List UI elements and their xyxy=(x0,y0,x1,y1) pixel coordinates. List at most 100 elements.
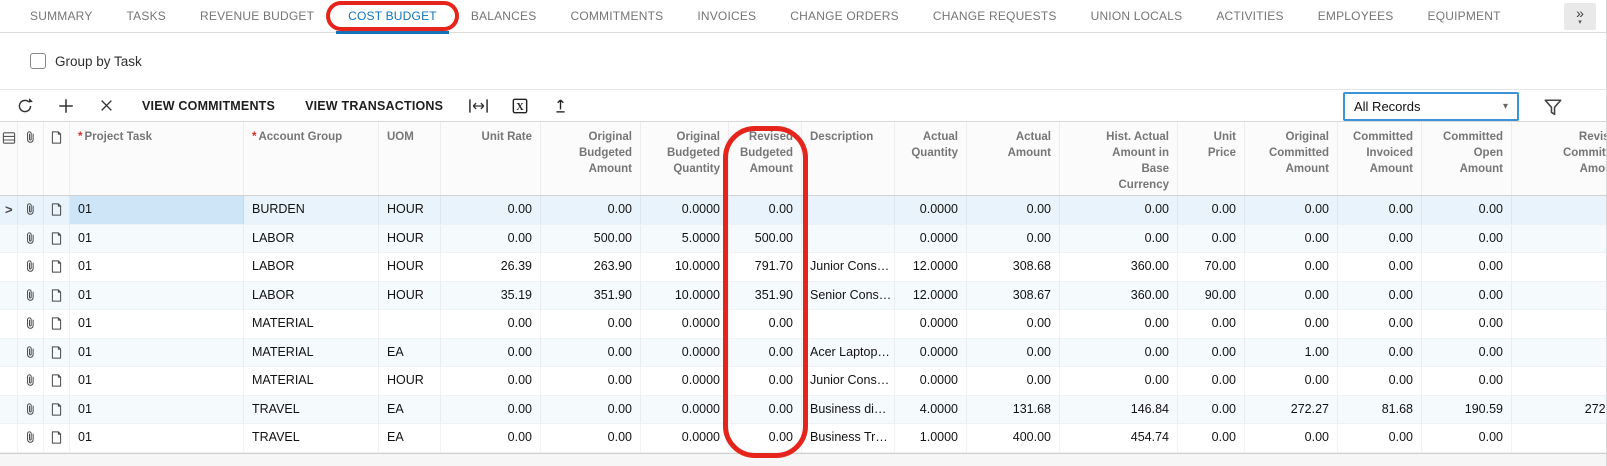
cell-unit_price[interactable]: 0.00 xyxy=(1178,310,1245,338)
cell-hist_actual_amount[interactable]: 0.00 xyxy=(1060,367,1178,395)
note-icon[interactable] xyxy=(44,253,70,281)
cell-unit_rate[interactable]: 26.39 xyxy=(441,253,541,281)
cell-task[interactable]: 01 xyxy=(70,424,244,452)
group-by-task-checkbox[interactable] xyxy=(30,53,46,69)
cell-committed_open_amount[interactable]: 0.00 xyxy=(1422,253,1512,281)
cell-committed_invoiced_amount[interactable]: 0.00 xyxy=(1338,253,1422,281)
cell-actual_amount[interactable]: 0.00 xyxy=(967,225,1060,253)
cell-uom[interactable]: HOUR xyxy=(379,253,441,281)
cell-committed_open_amount[interactable]: 190.59 xyxy=(1422,396,1512,424)
cell-account_group[interactable]: MATERIAL xyxy=(244,310,379,338)
note-icon[interactable] xyxy=(44,310,70,338)
table-row[interactable]: 01LABORHOUR35.19351.9010.0000351.90Senio… xyxy=(0,282,1606,311)
cell-committed_invoiced_amount[interactable]: 0.00 xyxy=(1338,196,1422,224)
cell-orig_budgeted_qty[interactable]: 0.0000 xyxy=(641,196,729,224)
cell-task[interactable]: 01 xyxy=(70,225,244,253)
filter-settings-button[interactable] xyxy=(1538,94,1568,120)
cell-description[interactable] xyxy=(802,196,895,224)
column-header-committed_invoiced_amount[interactable]: Committed Invoiced Amount xyxy=(1338,122,1422,195)
table-row[interactable]: 01MATERIALHOUR0.000.000.00000.00Junior C… xyxy=(0,367,1606,396)
paperclip-icon[interactable] xyxy=(18,282,44,310)
cell-orig_budgeted_qty[interactable]: 0.0000 xyxy=(641,367,729,395)
column-header-orig_committed_amount[interactable]: Original Committed Amount xyxy=(1245,122,1338,195)
cell-uom[interactable] xyxy=(379,310,441,338)
tab-commitments[interactable]: COMMITMENTS xyxy=(553,0,680,33)
cell-actual_amount[interactable]: 0.00 xyxy=(967,367,1060,395)
cell-revised_budgeted_amount[interactable]: 0.00 xyxy=(729,196,802,224)
column-header-orig_budgeted_amount[interactable]: Original Budgeted Amount xyxy=(541,122,641,195)
cell-actual_qty[interactable]: 0.0000 xyxy=(895,225,967,253)
column-header-account_group[interactable]: *Account Group xyxy=(244,122,379,195)
cell-actual_amount[interactable]: 0.00 xyxy=(967,339,1060,367)
cell-actual_amount[interactable]: 400.00 xyxy=(967,424,1060,452)
refresh-button[interactable] xyxy=(4,92,45,120)
cell-unit_rate[interactable]: 0.00 xyxy=(441,339,541,367)
cell-unit_price[interactable]: 0.00 xyxy=(1178,225,1245,253)
view-commitments-button[interactable]: VIEW COMMITMENTS xyxy=(127,99,290,113)
cell-account_group[interactable]: LABOR xyxy=(244,253,379,281)
cell-committed_invoiced_amount[interactable]: 0.00 xyxy=(1338,310,1422,338)
cell-unit_rate[interactable]: 0.00 xyxy=(441,196,541,224)
export-excel-button[interactable]: X xyxy=(499,92,540,120)
table-row[interactable]: 01LABORHOUR0.00500.005.0000500.000.00000… xyxy=(0,225,1606,254)
tab-employees[interactable]: EMPLOYEES xyxy=(1301,0,1411,33)
cell-orig_committed_amount[interactable]: 0.00 xyxy=(1245,225,1338,253)
cell-hist_actual_amount[interactable]: 360.00 xyxy=(1060,282,1178,310)
paperclip-icon[interactable] xyxy=(18,253,44,281)
tab-balances[interactable]: BALANCES xyxy=(454,0,554,33)
cell-committed_open_amount[interactable]: 0.00 xyxy=(1422,282,1512,310)
note-icon[interactable] xyxy=(44,339,70,367)
paperclip-icon[interactable] xyxy=(18,310,44,338)
cell-unit_rate[interactable]: 35.19 xyxy=(441,282,541,310)
cell-revised_committed_amount[interactable] xyxy=(1512,225,1607,253)
cell-hist_actual_amount[interactable]: 0.00 xyxy=(1060,225,1178,253)
paperclip-icon[interactable] xyxy=(18,396,44,424)
cell-actual_amount[interactable]: 0.00 xyxy=(967,310,1060,338)
cell-committed_invoiced_amount[interactable]: 0.00 xyxy=(1338,424,1422,452)
paperclip-icon[interactable] xyxy=(18,339,44,367)
cell-revised_budgeted_amount[interactable]: 0.00 xyxy=(729,310,802,338)
cell-actual_qty[interactable]: 0.0000 xyxy=(895,339,967,367)
cell-uom[interactable]: EA xyxy=(379,396,441,424)
cell-revised_budgeted_amount[interactable]: 0.00 xyxy=(729,367,802,395)
table-row[interactable]: 01MATERIAL0.000.000.00000.000.00000.000.… xyxy=(0,310,1606,339)
cell-uom[interactable]: HOUR xyxy=(379,282,441,310)
cell-orig_budgeted_amount[interactable]: 0.00 xyxy=(541,396,641,424)
cell-account_group[interactable]: BURDEN xyxy=(244,196,379,224)
paperclip-icon[interactable] xyxy=(18,424,44,452)
cell-orig_budgeted_amount[interactable]: 351.90 xyxy=(541,282,641,310)
tab-equipment[interactable]: EQUIPMENT xyxy=(1411,0,1518,33)
cell-task[interactable]: 01 xyxy=(70,282,244,310)
cell-orig_budgeted_qty[interactable]: 0.0000 xyxy=(641,339,729,367)
cell-committed_open_amount[interactable]: 0.00 xyxy=(1422,339,1512,367)
tab-activities[interactable]: ACTIVITIES xyxy=(1199,0,1300,33)
paperclip-icon[interactable] xyxy=(18,225,44,253)
cell-hist_actual_amount[interactable]: 0.00 xyxy=(1060,339,1178,367)
cell-actual_qty[interactable]: 0.0000 xyxy=(895,310,967,338)
cell-unit_rate[interactable]: 0.00 xyxy=(441,396,541,424)
cell-revised_budgeted_amount[interactable]: 500.00 xyxy=(729,225,802,253)
tab-cost-budget[interactable]: COST BUDGET xyxy=(331,0,454,33)
cell-uom[interactable]: EA xyxy=(379,339,441,367)
cell-description[interactable] xyxy=(802,310,895,338)
cell-orig_budgeted_qty[interactable]: 10.0000 xyxy=(641,282,729,310)
cell-uom[interactable]: HOUR xyxy=(379,225,441,253)
cell-account_group[interactable]: TRAVEL xyxy=(244,396,379,424)
cell-hist_actual_amount[interactable]: 360.00 xyxy=(1060,253,1178,281)
cell-account_group[interactable]: MATERIAL xyxy=(244,367,379,395)
cell-description[interactable]: Junior Cons… xyxy=(802,367,895,395)
cell-unit_rate[interactable]: 0.00 xyxy=(441,225,541,253)
cell-task[interactable]: 01 xyxy=(70,196,244,224)
column-header-uom[interactable]: UOM xyxy=(379,122,441,195)
cell-uom[interactable]: HOUR xyxy=(379,367,441,395)
tab-tasks[interactable]: TASKS xyxy=(110,0,183,33)
tab-union-locals[interactable]: UNION LOCALS xyxy=(1074,0,1200,33)
cell-description[interactable] xyxy=(802,225,895,253)
cell-orig_budgeted_amount[interactable]: 0.00 xyxy=(541,196,641,224)
cell-revised_committed_amount[interactable] xyxy=(1512,282,1607,310)
cell-committed_invoiced_amount[interactable]: 0.00 xyxy=(1338,339,1422,367)
cell-actual_amount[interactable]: 131.68 xyxy=(967,396,1060,424)
cell-unit_rate[interactable]: 0.00 xyxy=(441,424,541,452)
cell-orig_committed_amount[interactable]: 0.00 xyxy=(1245,253,1338,281)
cell-uom[interactable]: EA xyxy=(379,424,441,452)
